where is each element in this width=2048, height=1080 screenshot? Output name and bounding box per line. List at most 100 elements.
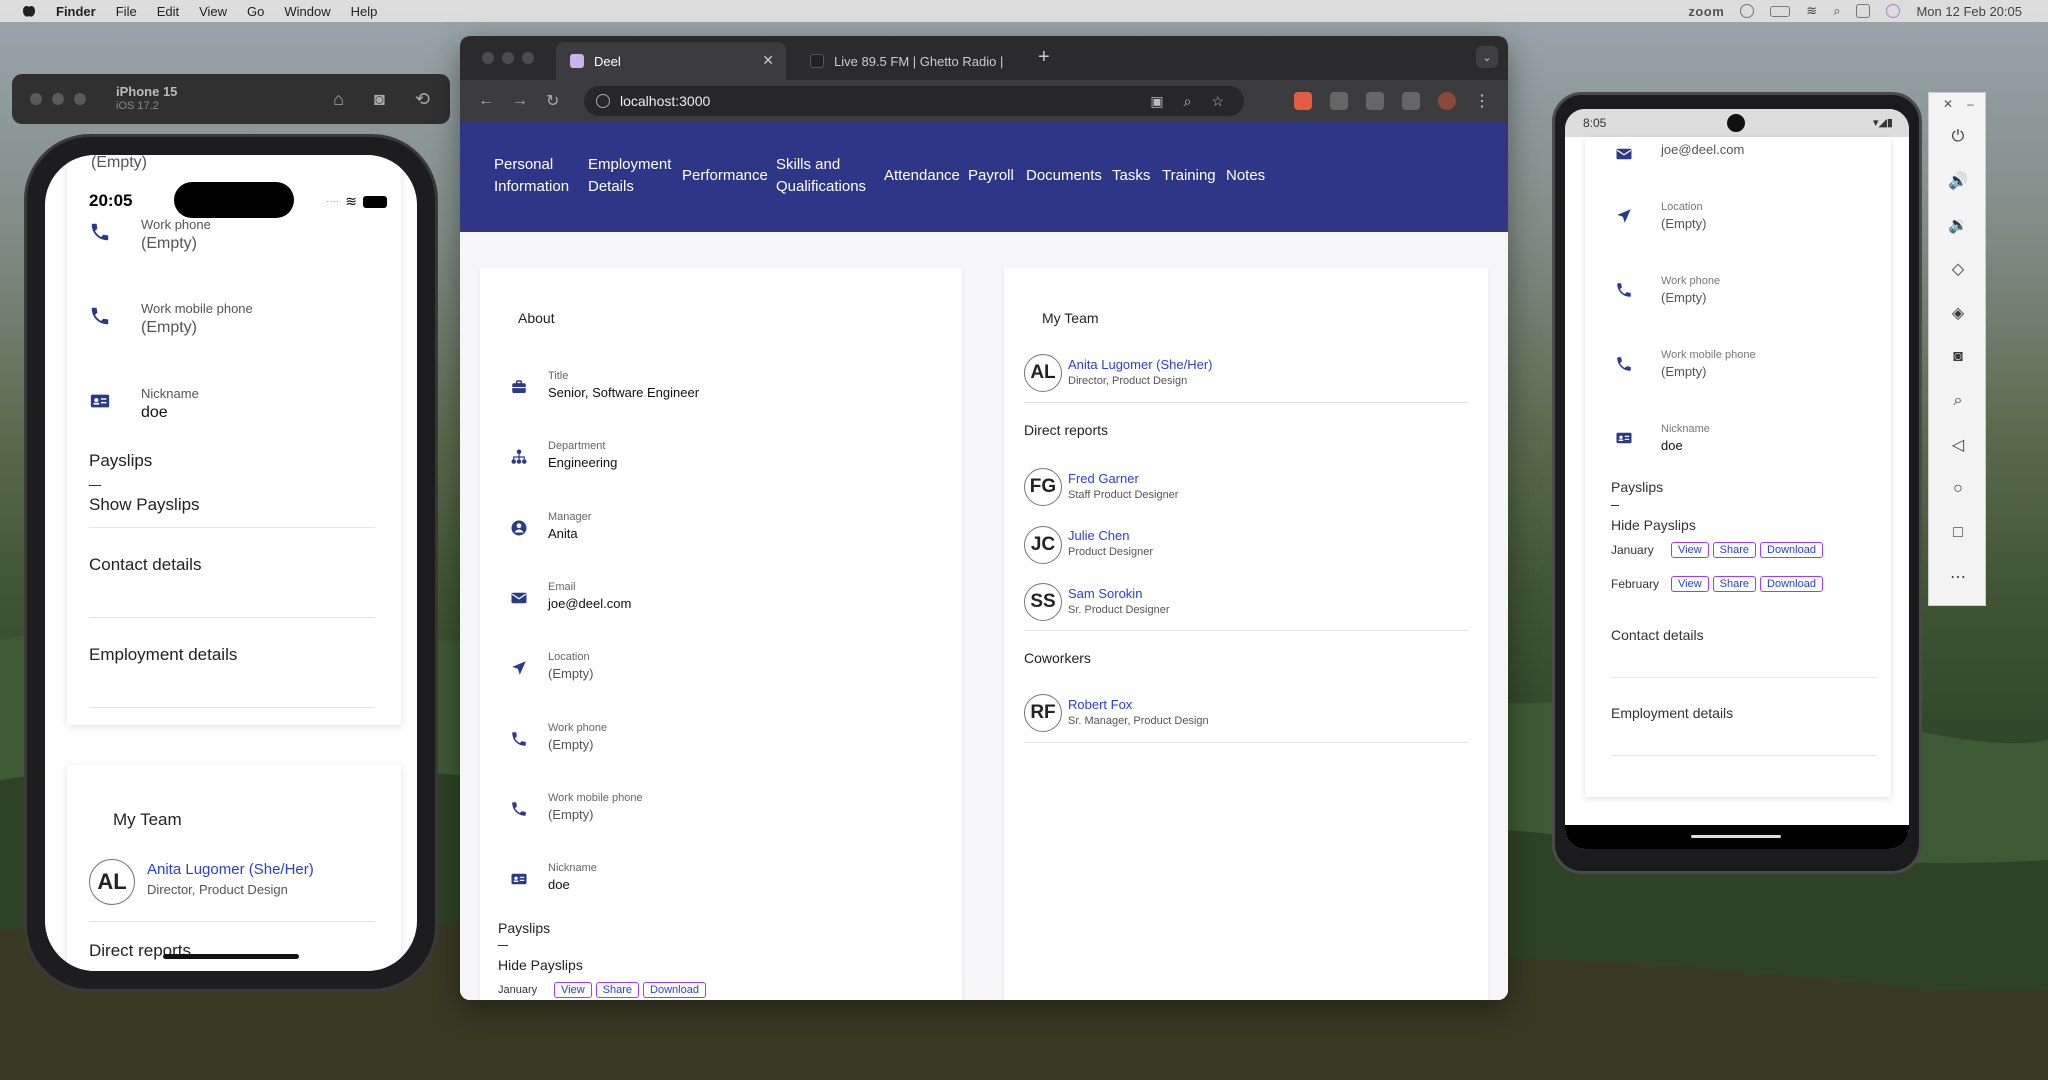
employment-details-section[interactable]: Employment details xyxy=(1611,705,1733,721)
nav-personal-information[interactable]: Personal Information xyxy=(494,154,574,198)
nav-training[interactable]: Training xyxy=(1162,165,1216,187)
window-close-button[interactable] xyxy=(30,93,42,105)
control-center-icon[interactable] xyxy=(1856,4,1871,18)
nav-attendance[interactable]: Attendance xyxy=(884,165,960,187)
spotlight-search-icon[interactable]: ⌕ xyxy=(1833,3,1840,19)
screenshot-icon[interactable]: ◙ xyxy=(374,89,385,110)
bookmark-star-icon[interactable]: ☆ xyxy=(1211,93,1224,110)
close-icon[interactable]: ✕ xyxy=(1943,97,1953,111)
email-link[interactable]: joe@deel.com xyxy=(1661,142,1744,157)
direct-report-name-link[interactable]: Julie Chen xyxy=(1068,528,1129,543)
menu-view[interactable]: View xyxy=(199,4,227,19)
home-icon[interactable]: ⌂ xyxy=(333,89,344,110)
direct-report-name-link[interactable]: Fred Garner xyxy=(1068,471,1139,486)
divider xyxy=(498,945,508,946)
share-button[interactable]: Share xyxy=(595,982,640,998)
tab-search-icon[interactable]: ⌄ xyxy=(1476,46,1498,68)
play-status-icon[interactable] xyxy=(1740,4,1755,18)
siri-icon[interactable] xyxy=(1886,4,1901,18)
rotate-right-icon[interactable]: ◈ xyxy=(1948,303,1968,323)
menu-file[interactable]: File xyxy=(116,4,137,19)
battery-status-icon[interactable] xyxy=(1770,5,1791,17)
manager-name-link[interactable]: Anita Lugomer (She/Her) xyxy=(147,861,314,878)
menu-clock[interactable]: Mon 12 Feb 20:05 xyxy=(1916,4,2022,19)
back-icon[interactable]: ← xyxy=(478,92,494,110)
nav-skills-qualifications[interactable]: Skills and Qualifications xyxy=(776,154,872,198)
employment-details-section[interactable]: Employment details xyxy=(89,645,237,665)
tab-radio[interactable]: Live 89.5 FM | Ghetto Radio | xyxy=(796,42,1028,80)
window-close-button[interactable] xyxy=(482,52,494,64)
camera-icon[interactable]: ◙ xyxy=(1948,347,1968,367)
window-minimize-button[interactable] xyxy=(502,52,514,64)
download-button[interactable]: Download xyxy=(1760,576,1823,592)
back-icon[interactable]: ◁ xyxy=(1948,435,1968,455)
site-info-icon[interactable] xyxy=(596,94,610,108)
android-home-indicator[interactable] xyxy=(1691,835,1781,838)
calendar-extension-icon[interactable] xyxy=(1294,92,1312,110)
zoom-icon[interactable]: ⌕ xyxy=(1184,93,1192,110)
apple-menu-icon[interactable] xyxy=(20,4,38,18)
overview-icon[interactable]: □ xyxy=(1948,523,1968,543)
view-button[interactable]: View xyxy=(1671,542,1709,558)
cast-icon[interactable]: ▣ xyxy=(1150,93,1163,110)
zoom-icon[interactable]: ⌕ xyxy=(1948,391,1968,411)
zoom-status-label[interactable]: zoom xyxy=(1688,4,1724,19)
menu-app-name[interactable]: Finder xyxy=(56,4,96,19)
email-link[interactable]: joe@deel.com xyxy=(548,596,631,611)
nav-payroll[interactable]: Payroll xyxy=(968,165,1014,187)
forward-icon[interactable]: → xyxy=(512,92,528,110)
window-minimize-button[interactable] xyxy=(52,93,64,105)
coworker-name-link[interactable]: Robert Fox xyxy=(1068,697,1132,712)
browser-menu-icon[interactable]: ⋮ xyxy=(1474,91,1490,111)
address-bar[interactable]: localhost:3000 ▣ ⌕ ☆ xyxy=(584,86,1244,116)
download-button[interactable]: Download xyxy=(643,982,706,998)
nav-performance[interactable]: Performance xyxy=(682,165,768,187)
direct-report-name-link[interactable]: Sam Sorokin xyxy=(1068,586,1142,601)
minimize-icon[interactable]: – xyxy=(1967,97,1974,111)
home-icon[interactable]: ○ xyxy=(1948,479,1968,499)
side-panel-icon[interactable] xyxy=(1402,92,1420,110)
menu-edit[interactable]: Edit xyxy=(157,4,179,19)
view-button[interactable]: View xyxy=(554,982,592,998)
nav-notes[interactable]: Notes xyxy=(1226,165,1265,187)
contact-details-section[interactable]: Contact details xyxy=(89,555,201,575)
menu-help[interactable]: Help xyxy=(351,4,378,19)
wifi-icon: ≋ xyxy=(345,193,357,209)
more-icon[interactable]: ⋯ xyxy=(1948,567,1968,587)
nav-employment-details[interactable]: Employment Details xyxy=(588,154,674,198)
nickname-field: Nickname doe xyxy=(1615,423,1710,453)
menu-go[interactable]: Go xyxy=(247,4,264,19)
window-zoom-button[interactable] xyxy=(522,52,534,64)
ios-home-indicator[interactable] xyxy=(163,954,299,959)
manager-name-link[interactable]: Anita Lugomer (She/Her) xyxy=(1068,357,1213,372)
wifi-icon[interactable]: ≋ xyxy=(1806,3,1817,19)
share-button[interactable]: Share xyxy=(1712,576,1757,592)
new-tab-icon[interactable]: + xyxy=(1038,46,1050,69)
profile-avatar-icon[interactable] xyxy=(1438,92,1456,110)
rotate-icon[interactable]: ⟲ xyxy=(415,89,430,110)
show-payslips-toggle[interactable]: Show Payslips xyxy=(89,495,200,515)
volume-down-icon[interactable]: 🔉 xyxy=(1948,215,1968,235)
avatar: SS xyxy=(1024,583,1062,621)
hide-payslips-toggle[interactable]: Hide Payslips xyxy=(498,957,583,973)
reload-icon[interactable]: ↻ xyxy=(546,91,559,111)
tab-deel[interactable]: Deel ✕ xyxy=(556,42,786,80)
share-button[interactable]: Share xyxy=(1712,542,1757,558)
volume-up-icon[interactable]: 🔊 xyxy=(1948,171,1968,191)
window-zoom-button[interactable] xyxy=(74,93,86,105)
power-icon[interactable]: ⏻ xyxy=(1948,127,1968,147)
work-mobile-phone-field: Work mobile phone (Empty) xyxy=(89,301,253,337)
media-control-icon[interactable] xyxy=(1366,92,1384,110)
download-button[interactable]: Download xyxy=(1760,542,1823,558)
menu-window[interactable]: Window xyxy=(284,4,330,19)
nav-tasks[interactable]: Tasks xyxy=(1112,165,1150,187)
url-text[interactable]: localhost:3000 xyxy=(620,93,710,109)
hide-payslips-toggle[interactable]: Hide Payslips xyxy=(1611,517,1696,533)
close-tab-icon[interactable]: ✕ xyxy=(762,52,774,69)
contact-details-section[interactable]: Contact details xyxy=(1611,627,1704,643)
rotate-left-icon[interactable]: ◇ xyxy=(1948,259,1968,279)
nav-documents[interactable]: Documents xyxy=(1026,165,1102,187)
extensions-icon[interactable] xyxy=(1330,92,1348,110)
view-button[interactable]: View xyxy=(1671,576,1709,592)
android-device-frame: 8:05 ▾◢▮ joe@deel.com Location (Empty) W… xyxy=(1552,92,1922,874)
